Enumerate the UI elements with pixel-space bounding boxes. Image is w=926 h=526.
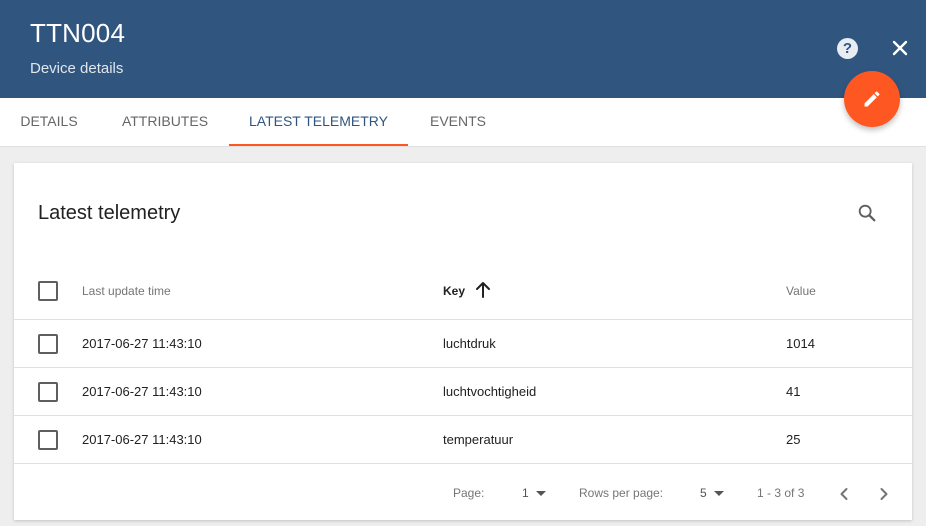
tab-latest-telemetry[interactable]: LATEST TELEMETRY [229, 98, 408, 146]
cell-key: luchtdruk [443, 336, 496, 351]
column-header-value[interactable]: Value [786, 284, 816, 298]
card-title: Latest telemetry [38, 202, 181, 224]
chevron-down-icon[interactable] [536, 491, 546, 496]
rows-per-page-select[interactable]: 5 [700, 486, 707, 500]
tab-attributes[interactable]: ATTRIBUTES [107, 98, 223, 146]
pagination-bar: Page: 1 Rows per page: 5 1 - 3 of 3 [14, 463, 912, 520]
cell-value: 41 [786, 384, 801, 399]
tab-events[interactable]: EVENTS [413, 98, 503, 146]
column-header-last-update-time[interactable]: Last update time [82, 284, 171, 298]
column-header-key[interactable]: Key [443, 284, 465, 298]
telemetry-card: Latest telemetry Last update time Key Va… [14, 163, 912, 520]
chevron-left-icon[interactable] [834, 484, 854, 504]
chevron-down-icon[interactable] [714, 491, 724, 496]
table-row[interactable]: 2017-06-27 11:43:10 luchtvochtigheid 41 [14, 367, 912, 415]
edit-fab-button[interactable] [844, 71, 900, 127]
cell-key: luchtvochtigheid [443, 384, 537, 399]
tab-details[interactable]: DETAILS [0, 98, 98, 146]
search-icon[interactable] [856, 202, 878, 224]
cell-last-update-time: 2017-06-27 11:43:10 [82, 336, 202, 351]
arrow-up-icon[interactable] [473, 280, 493, 300]
pencil-icon [864, 91, 880, 107]
cell-last-update-time: 2017-06-27 11:43:10 [82, 384, 202, 399]
tab-bar: DETAILS ATTRIBUTES LATEST TELEMETRY EVEN… [0, 98, 926, 147]
cell-value: 1014 [786, 336, 815, 351]
table-row[interactable]: 2017-06-27 11:43:10 luchtdruk 1014 [14, 319, 912, 367]
table-row[interactable]: 2017-06-27 11:43:10 temperatuur 25 [14, 415, 912, 463]
help-circle-icon[interactable]: ? [837, 38, 858, 59]
row-checkbox[interactable] [38, 430, 58, 450]
page-subtitle: Device details [30, 60, 124, 77]
cell-last-update-time: 2017-06-27 11:43:10 [82, 432, 202, 447]
pagination-range: 1 - 3 of 3 [757, 486, 805, 500]
row-checkbox[interactable] [38, 382, 58, 402]
cell-value: 25 [786, 432, 801, 447]
row-checkbox[interactable] [38, 334, 58, 354]
chevron-right-icon[interactable] [874, 484, 894, 504]
header-bar: TTN004 Device details ? [0, 0, 926, 98]
close-icon[interactable] [889, 37, 911, 59]
page-label: Page: [453, 486, 485, 500]
page-title: TTN004 [30, 18, 126, 48]
cell-key: temperatuur [443, 432, 514, 447]
page-select[interactable]: 1 [522, 486, 529, 500]
select-all-checkbox[interactable] [38, 281, 58, 301]
rows-per-page-label: Rows per page: [579, 486, 664, 500]
